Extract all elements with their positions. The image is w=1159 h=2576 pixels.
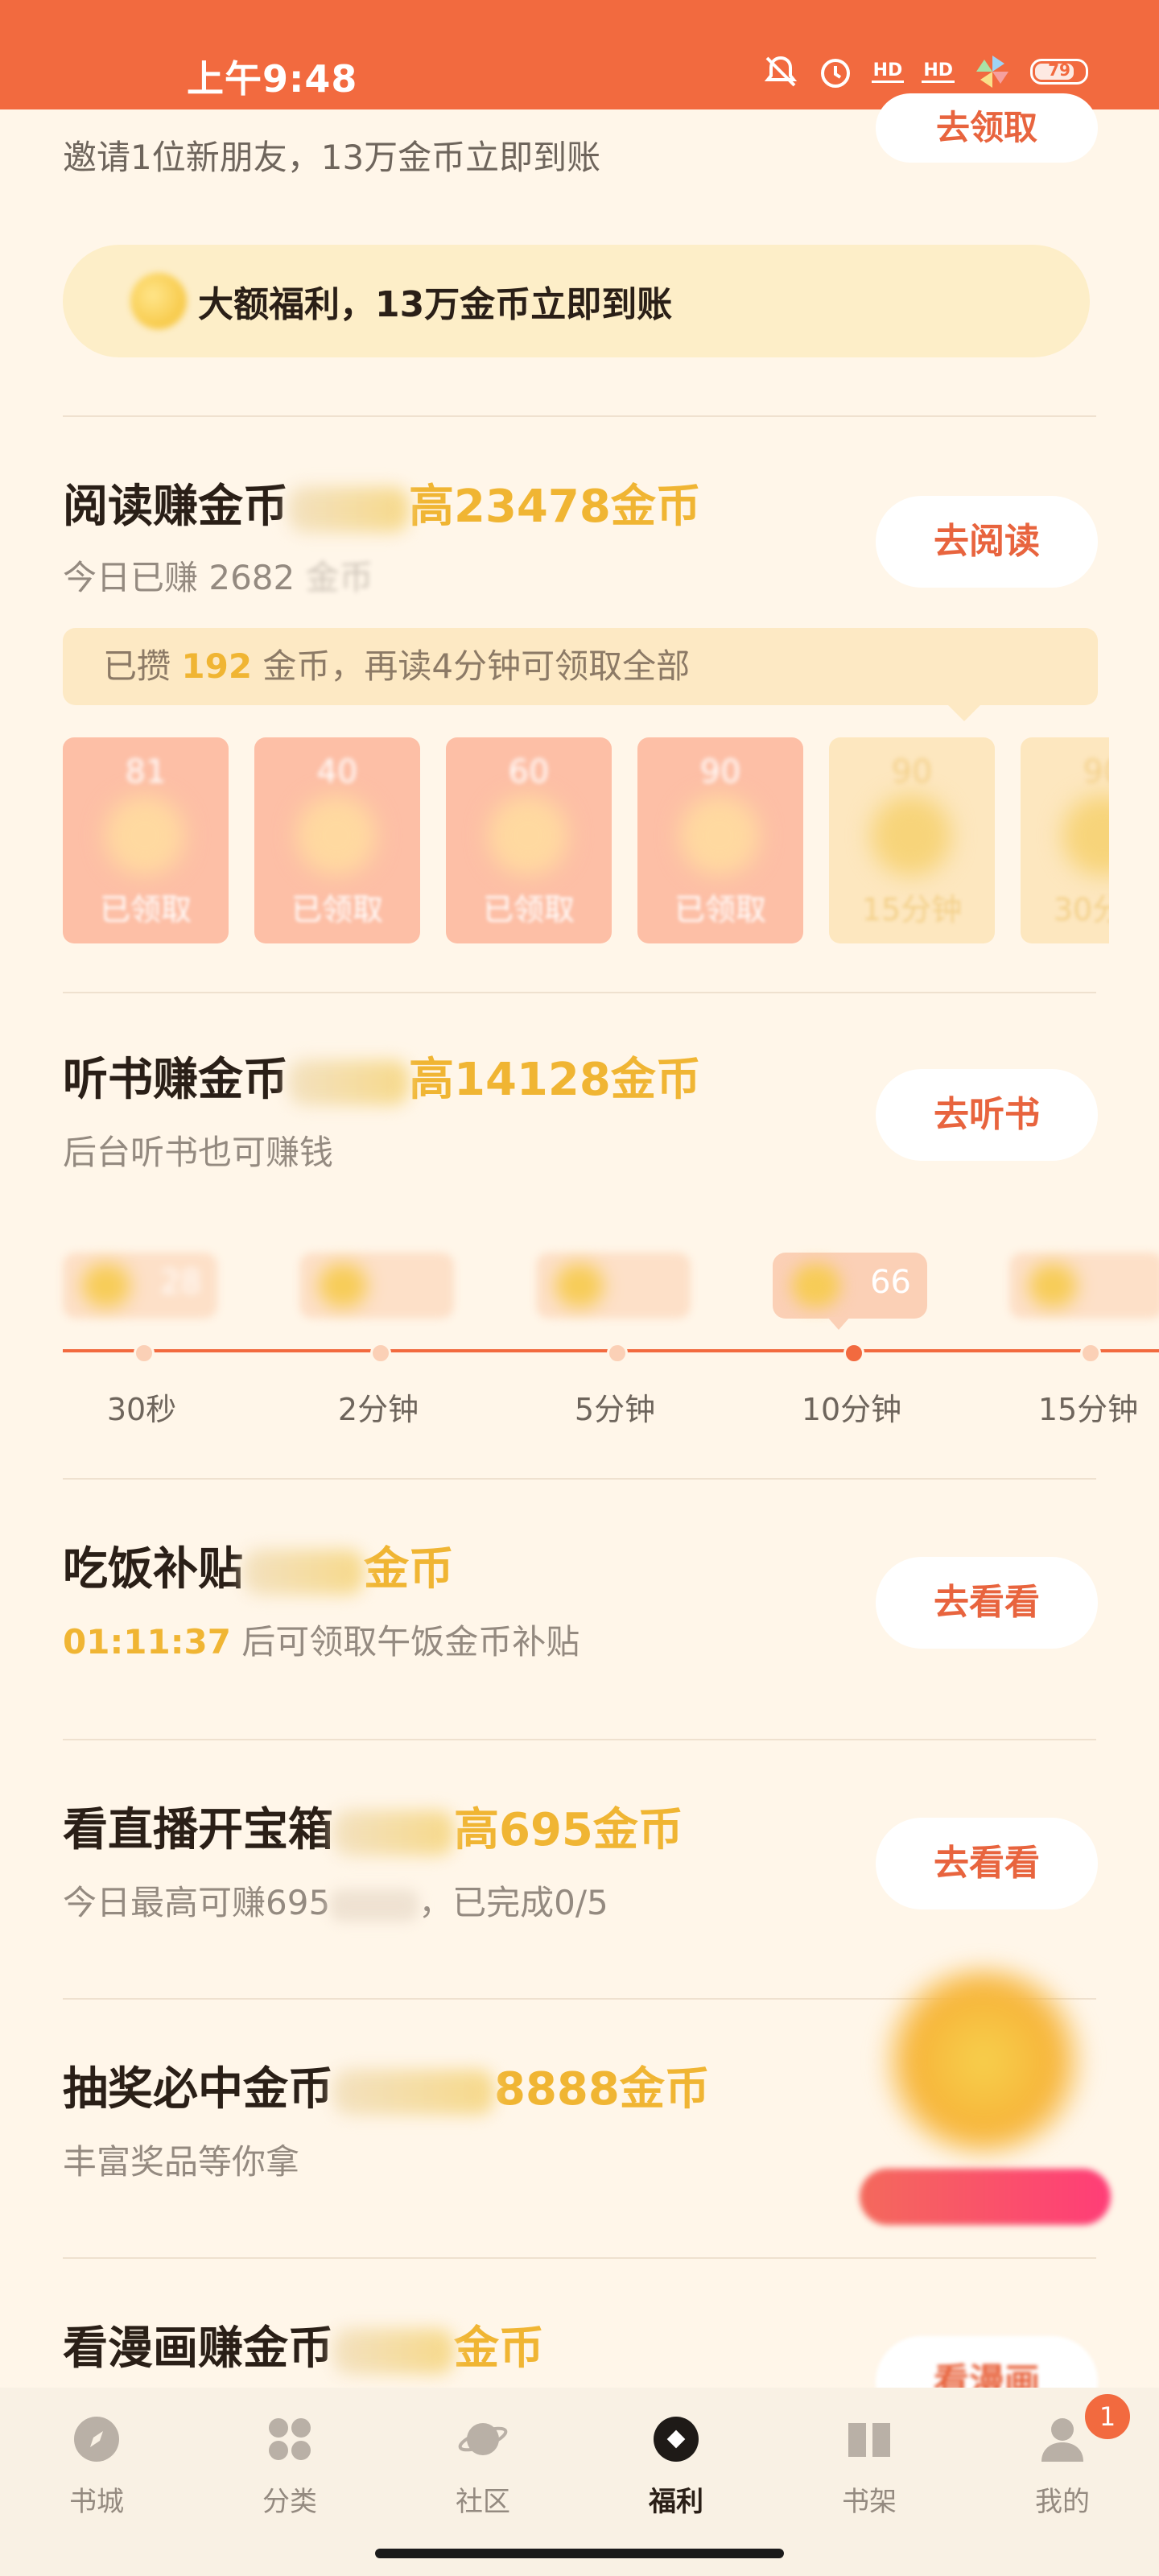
- bell-muted-icon: [764, 56, 797, 87]
- lottery-subtitle: 丰富奖品等你拿: [63, 2142, 300, 2182]
- timeline-label: 15分钟: [1037, 1392, 1139, 1427]
- bottom-navigation: 书城 分类 社区 福利 书架 我的: [0, 2388, 1159, 2576]
- divider: [63, 992, 1096, 993]
- divider: [63, 1739, 1096, 1740]
- timeline-label: 5分钟: [574, 1392, 656, 1427]
- floating-lottery-widget[interactable]: [855, 1932, 1117, 2225]
- reading-title: 阅读赚金币 高23478金币: [63, 481, 701, 533]
- coin-icon: [288, 1059, 409, 1105]
- reading-progress-tip: 已攒 192 金币，再读4分钟可领取全部: [63, 628, 1098, 721]
- timeline-dot-active: [843, 1343, 864, 1364]
- reading-reward-cards: 81 已领取 40 已领取 60 已领取 90 已领取 90 15分钟 90 3…: [63, 737, 1109, 943]
- divider: [63, 1478, 1096, 1480]
- timeline-reward: [1009, 1253, 1159, 1319]
- grid-icon: [269, 2418, 311, 2460]
- timeline-pointer: [827, 1317, 850, 1330]
- home-indicator[interactable]: [375, 2549, 784, 2558]
- bonus-banner[interactable]: 大额福利，13万金币立即到账: [63, 245, 1090, 357]
- alarm-icon: [820, 59, 850, 88]
- coin-icon: [333, 2328, 454, 2374]
- timeline-label: 30秒: [106, 1392, 177, 1427]
- reward-card[interactable]: 90 30分钟: [1021, 737, 1109, 943]
- timeline-dot: [370, 1343, 391, 1364]
- timeline-label: 2分钟: [337, 1392, 419, 1427]
- nav-item-bookstore[interactable]: 书城: [24, 2413, 169, 2519]
- timeline-label: 10分钟: [801, 1392, 902, 1427]
- timeline-dot: [1080, 1343, 1101, 1364]
- reward-card[interactable]: 90 已领取: [637, 737, 803, 943]
- user-icon: [1041, 2418, 1083, 2462]
- timeline-dot: [134, 1343, 155, 1364]
- status-time: 上午9:48: [187, 57, 358, 101]
- reading-subtitle: 今日已赚 2682 金币: [63, 558, 373, 597]
- go-listen-button[interactable]: 去听书: [876, 1069, 1098, 1161]
- nav-item-community[interactable]: 社区: [410, 2413, 555, 2519]
- reward-card[interactable]: 40 已领取: [254, 737, 420, 943]
- lottery-title: 抽奖必中金币 8888金币: [63, 2063, 710, 2116]
- treasure-icon: [879, 1964, 1088, 2157]
- meal-title: 吃饭补贴 金币: [63, 1543, 454, 1596]
- reward-card[interactable]: 81 已领取: [63, 737, 229, 943]
- listening-subtitle: 后台听书也可赚钱: [63, 1133, 334, 1172]
- gift-icon: [654, 2417, 699, 2462]
- nav-item-category[interactable]: 分类: [217, 2413, 362, 2519]
- status-icons: HD HD 79: [762, 52, 1088, 92]
- timeline-reward: [299, 1253, 454, 1319]
- meal-look-button[interactable]: 去看看: [876, 1557, 1098, 1649]
- battery-icon: 79: [1030, 59, 1088, 85]
- hd-icon: HD: [871, 60, 905, 83]
- timeline-reward: [536, 1253, 691, 1319]
- coin-icon: [333, 1810, 454, 1856]
- pinwheel-icon: [976, 56, 1008, 88]
- bonus-text: 大额福利，13万金币立即到账: [198, 284, 673, 325]
- compass-icon: [74, 2417, 119, 2462]
- hd-icon: HD: [922, 60, 955, 83]
- coin-icon: [288, 486, 409, 532]
- comic-title: 看漫画赚金币 金币: [63, 2322, 544, 2375]
- live-subtitle: 今日最高可赚695 ，已完成0/5: [63, 1883, 608, 1922]
- invite-claim-button[interactable]: 去领取: [876, 93, 1098, 163]
- listening-title: 听书赚金币 高14128金币: [63, 1054, 701, 1106]
- go-read-button[interactable]: 去阅读: [876, 496, 1098, 588]
- invite-text: 邀请1位新朋友，13万金币立即到账: [63, 138, 601, 177]
- coin-icon: [130, 273, 187, 329]
- nav-item-welfare[interactable]: 福利: [604, 2413, 749, 2519]
- book-icon: [848, 2423, 890, 2457]
- timeline-dot: [607, 1343, 628, 1364]
- timeline-reward-active: 66: [773, 1253, 927, 1319]
- timeline-reward: 28: [63, 1253, 217, 1319]
- meal-subtitle: 01:11:37 后可领取午饭金币补贴: [63, 1622, 580, 1662]
- reward-card[interactable]: 60 已领取: [446, 737, 612, 943]
- nav-item-bookshelf[interactable]: 书架: [797, 2413, 942, 2519]
- planet-icon: [458, 2423, 508, 2455]
- coin-icon: [243, 1549, 364, 1595]
- notification-badge: 1: [1082, 2391, 1133, 2442]
- divider: [63, 415, 1096, 417]
- reward-card[interactable]: 90 15分钟: [829, 737, 995, 943]
- live-look-button[interactable]: 去看看: [876, 1818, 1098, 1909]
- live-title: 看直播开宝箱 高695金币: [63, 1804, 683, 1856]
- coin-icon: [333, 2069, 494, 2115]
- divider: [63, 2257, 1096, 2259]
